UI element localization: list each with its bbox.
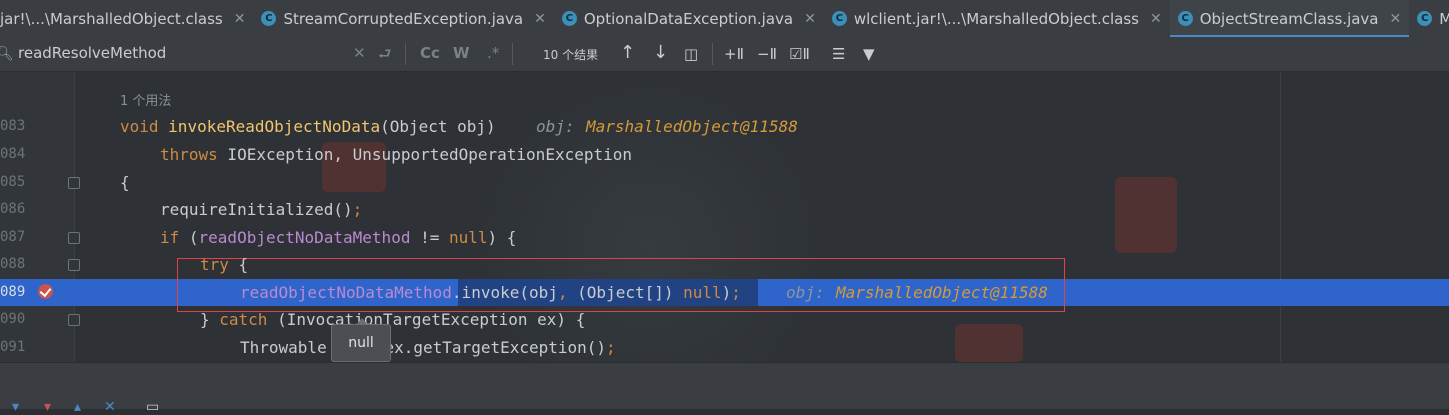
fold-icon[interactable] bbox=[68, 314, 80, 326]
evaluate-icon[interactable]: ✕ bbox=[104, 399, 116, 415]
tab-method[interactable]: C Metho bbox=[1409, 0, 1449, 37]
replace-toggle-icon[interactable]: ⮐ bbox=[378, 44, 392, 69]
inline-value[interactable]: MarshalledObject@11588 bbox=[586, 113, 798, 140]
whole-word-toggle[interactable]: W bbox=[453, 44, 470, 62]
debug-toolbar: ▾ ▾ ▴ ✕ ▭ bbox=[0, 362, 1449, 415]
line-number: 085 bbox=[0, 174, 26, 190]
fold-icon[interactable] bbox=[68, 177, 80, 189]
close-icon[interactable]: ✕ bbox=[804, 11, 816, 27]
tab-label: Metho bbox=[1439, 10, 1449, 28]
select-all-occurrences-icon[interactable]: ◫ bbox=[684, 45, 698, 63]
code-text: Throwable th = ex.getTargetException(); bbox=[240, 338, 616, 357]
step-into-icon[interactable]: ▾ bbox=[12, 399, 19, 415]
code-line: 083 void invokeReadObjectNoData(Object o… bbox=[0, 113, 1449, 140]
code-editor[interactable]: 1 个用法 083 void invokeReadObjectNoData(Ob… bbox=[0, 72, 1449, 362]
class-icon: C bbox=[561, 11, 577, 26]
code-line: 084 throws IOException, UnsupportedOpera… bbox=[0, 141, 1449, 168]
line-number: 083 bbox=[0, 118, 26, 134]
tab-label: jar!\...\MarshalledObject.class bbox=[0, 9, 223, 28]
line-number: 086 bbox=[0, 201, 26, 217]
tab-label: ObjectStreamClass.java bbox=[1199, 9, 1379, 28]
run-to-cursor-icon[interactable]: ▴ bbox=[74, 399, 81, 415]
find-bar: 🔍︎ readResolveMethod ✕ ⮐ Cc W .* 10 个结果 … bbox=[0, 37, 1449, 72]
code-line: 085 { bbox=[0, 169, 1449, 196]
code-text: throws IOException, UnsupportedOperation… bbox=[160, 145, 633, 164]
code-line: 090 } catch (InvocationTargetException e… bbox=[0, 306, 1449, 333]
previous-occurrence-icon[interactable]: ↑ bbox=[620, 42, 635, 63]
code-text: if (readObjectNoDataMethod != null) { bbox=[160, 228, 517, 247]
close-icon[interactable]: ✕ bbox=[534, 11, 546, 27]
tab-marshalled-object-class-1[interactable]: jar!\...\MarshalledObject.class ✕ bbox=[0, 0, 253, 37]
add-selection-icon[interactable]: +Ⅱ bbox=[724, 45, 744, 63]
tab-label: StreamCorruptedException.java bbox=[283, 9, 524, 28]
code-line: 091 Throwable th = ex.getTargetException… bbox=[0, 334, 1449, 361]
usage-hint[interactable]: 1 个用法 bbox=[120, 90, 171, 109]
frames-icon[interactable]: ▭ bbox=[146, 399, 159, 415]
editor-tab-bar: jar!\...\MarshalledObject.class ✕ C Stre… bbox=[0, 0, 1449, 38]
value-tooltip: null bbox=[331, 318, 391, 362]
code-text: requireInitialized(); bbox=[160, 200, 363, 219]
line-number: 088 bbox=[0, 256, 26, 272]
search-icon: 🔍︎ bbox=[0, 46, 14, 62]
tab-object-stream-class[interactable]: C ObjectStreamClass.java ✕ bbox=[1169, 0, 1410, 37]
code-line-current: 089 readObjectNoDataMethod.invoke(obj, (… bbox=[0, 279, 1449, 306]
line-number: 091 bbox=[0, 339, 26, 355]
result-count: 10 个结果 bbox=[543, 48, 599, 62]
filter-in-selection-icon[interactable]: ☰ bbox=[832, 45, 845, 63]
select-all-matches-icon[interactable]: ☑Ⅱ bbox=[789, 45, 810, 63]
code-line: 086 requireInitialized(); bbox=[0, 196, 1449, 223]
inline-value-label: obj: bbox=[786, 283, 825, 302]
code-line: 087 if (readObjectNoDataMethod != null) … bbox=[0, 224, 1449, 251]
filter-icon[interactable]: ▼ bbox=[863, 45, 875, 63]
class-icon: C bbox=[831, 11, 847, 26]
clear-search-icon[interactable]: ✕ bbox=[353, 44, 366, 62]
inline-value[interactable]: MarshalledObject@11588 bbox=[836, 279, 1048, 306]
code-text: void invokeReadObjectNoData(Object obj) bbox=[120, 117, 496, 136]
class-icon: C bbox=[261, 11, 277, 26]
code-line: 088 try { bbox=[0, 251, 1449, 278]
tab-label: OptionalDataException.java bbox=[583, 9, 794, 28]
line-number: 087 bbox=[0, 229, 26, 245]
tab-label: wlclient.jar!\...\MarshalledObject.class bbox=[853, 9, 1139, 28]
search-input[interactable]: readResolveMethod bbox=[18, 44, 166, 62]
remove-selection-icon[interactable]: −Ⅱ bbox=[757, 45, 777, 63]
next-occurrence-icon[interactable]: ↓ bbox=[653, 42, 668, 63]
code-text: } catch (InvocationTargetException ex) { bbox=[200, 310, 586, 329]
code-text: { bbox=[120, 173, 130, 192]
match-case-toggle[interactable]: Cc bbox=[420, 44, 440, 62]
step-out-icon[interactable]: ▾ bbox=[44, 399, 51, 415]
line-number: 084 bbox=[0, 146, 26, 162]
tab-marshalled-object-class-2[interactable]: C wlclient.jar!\...\MarshalledObject.cla… bbox=[824, 0, 1170, 37]
class-icon: C bbox=[1417, 11, 1433, 26]
class-icon: C bbox=[1177, 11, 1193, 26]
close-icon[interactable]: ✕ bbox=[1390, 11, 1402, 27]
line-number: 090 bbox=[0, 311, 26, 327]
fold-icon[interactable] bbox=[68, 259, 80, 271]
code-text: readObjectNoDataMethod.invoke(obj, (Obje… bbox=[240, 283, 741, 302]
fold-icon[interactable] bbox=[68, 232, 80, 244]
code-text: try { bbox=[200, 255, 249, 274]
close-icon[interactable]: ✕ bbox=[234, 11, 246, 27]
close-icon[interactable]: ✕ bbox=[1150, 11, 1162, 27]
regex-toggle[interactable]: .* bbox=[487, 44, 499, 62]
inline-value-label: obj: bbox=[536, 117, 575, 136]
tab-optional-data-exception[interactable]: C OptionalDataException.java ✕ bbox=[554, 0, 824, 37]
line-number: 089 bbox=[0, 284, 26, 300]
tab-stream-corrupted-exception[interactable]: C StreamCorruptedException.java ✕ bbox=[253, 0, 553, 37]
